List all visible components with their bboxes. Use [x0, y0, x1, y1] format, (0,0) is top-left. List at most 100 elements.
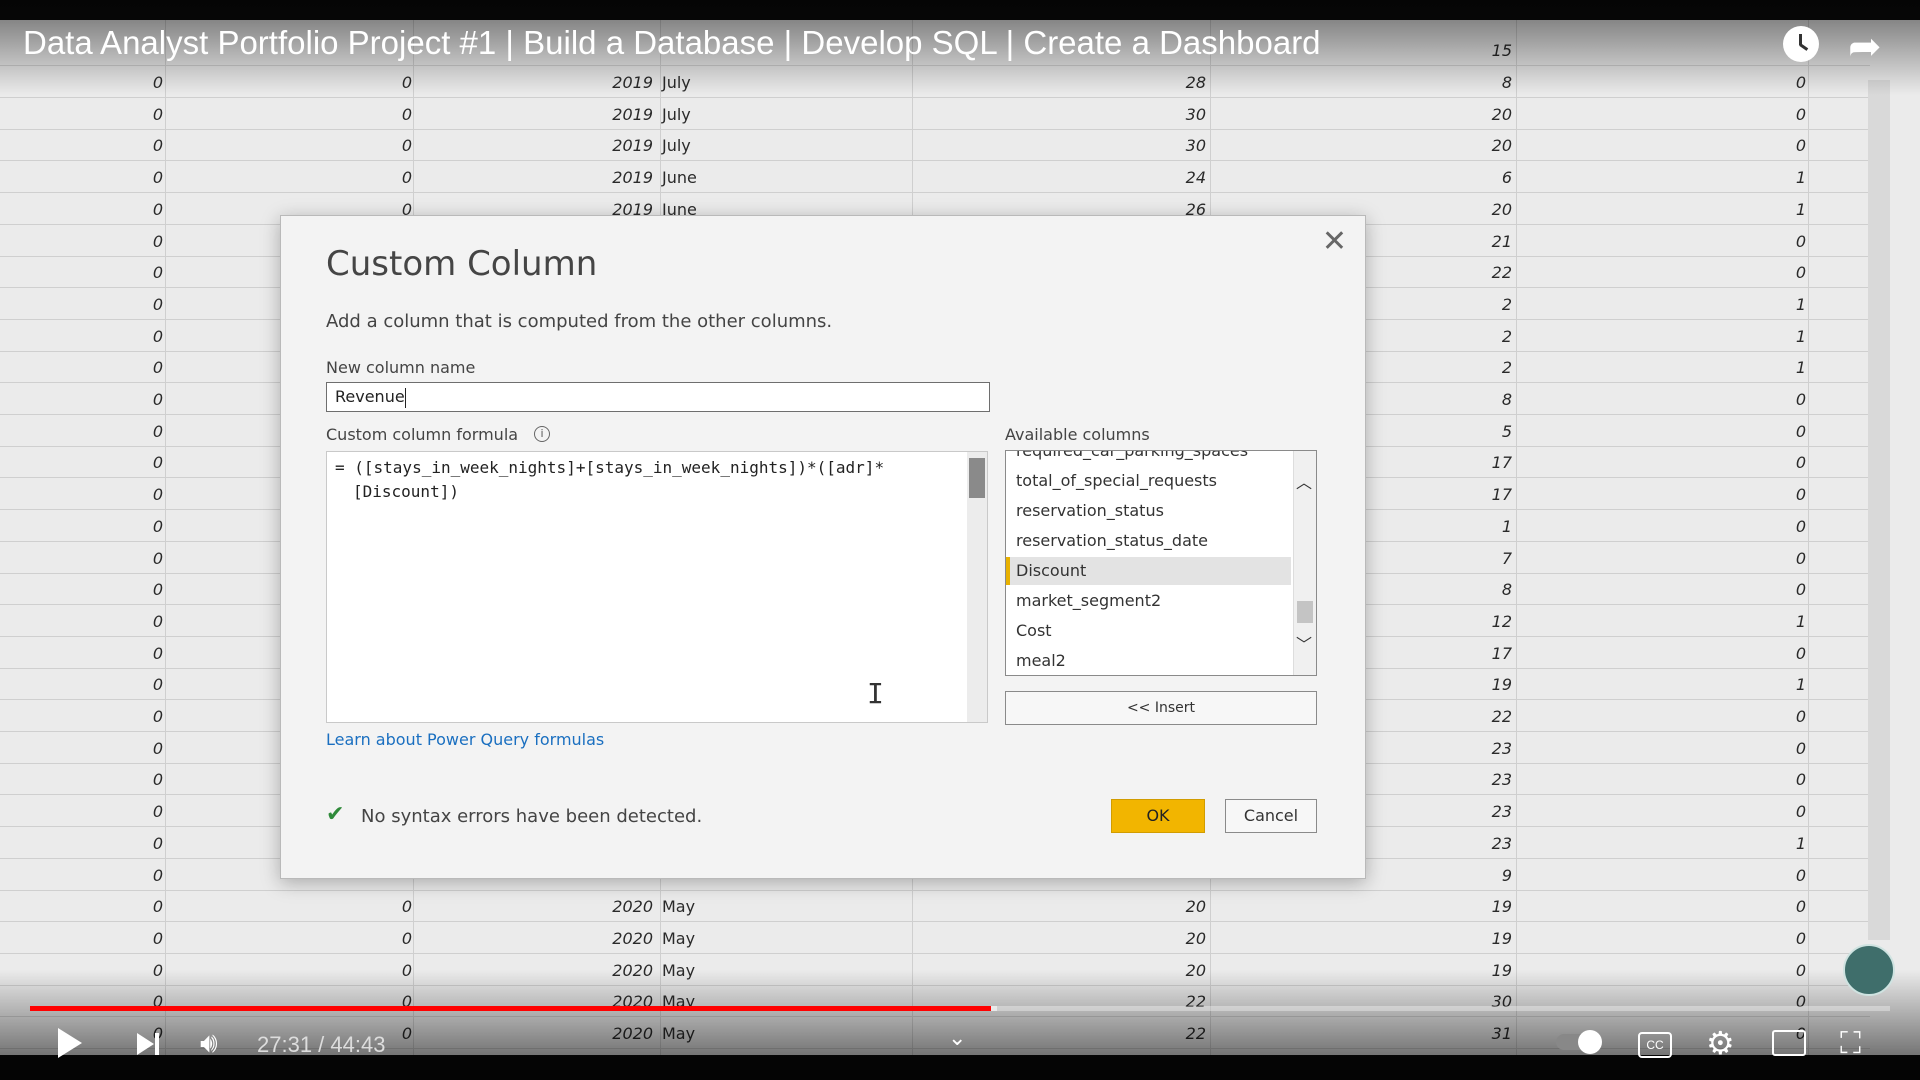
table-cell: 21 [1491, 231, 1512, 251]
formula-line-1: = ([stays_in_week_nights]+[stays_in_week… [335, 458, 885, 477]
table-cell: 0 [152, 326, 163, 346]
dialog-description: Add a column that is computed from the o… [326, 311, 833, 332]
table-cell: 0 [401, 168, 412, 188]
formula-scroll-thumb[interactable] [969, 458, 985, 498]
next-icon[interactable] [137, 1033, 154, 1055]
available-column-item[interactable]: reservation_status [1006, 497, 1291, 525]
progress-bar[interactable] [30, 1006, 1890, 1011]
table-cell: 23 [1491, 802, 1512, 822]
table-row: 0 0 2019 June 24 6 1 [0, 161, 1870, 194]
chevron-down-icon[interactable]: ﹀ [1296, 631, 1312, 655]
table-cell: 0 [1795, 453, 1806, 473]
volume-icon[interactable]: 🔊︎ [200, 1026, 218, 1060]
table-cell: 20 [1185, 928, 1206, 948]
watch-later-icon[interactable] [1783, 26, 1819, 62]
table-cell: 0 [152, 707, 163, 726]
formula-line-2: [Discount]) [353, 482, 459, 501]
available-column-item[interactable]: reservation_status_date [1006, 527, 1291, 555]
table-cell: 0 [1795, 802, 1806, 822]
table-cell: 0 [1795, 136, 1806, 156]
syntax-status: No syntax errors have been detected. [361, 806, 703, 827]
formula-scrollbar[interactable] [967, 452, 987, 722]
play-icon[interactable] [58, 1028, 82, 1058]
available-column-item[interactable]: Cost [1006, 617, 1291, 645]
table-cell: 2019 [612, 168, 653, 188]
available-columns-scrollbar[interactable]: ︿ ﹀ [1293, 451, 1316, 675]
available-column-item[interactable]: Discount [1006, 557, 1291, 585]
column-name-label: New column name [326, 358, 476, 377]
column-name-input[interactable]: Revenue [326, 382, 990, 412]
table-cell: 0 [1795, 263, 1806, 283]
ok-button[interactable]: OK [1111, 799, 1205, 833]
captions-icon[interactable]: CC [1638, 1032, 1672, 1058]
cancel-button[interactable]: Cancel [1225, 799, 1317, 833]
table-cell: May [662, 928, 696, 948]
table-cell: 0 [152, 516, 163, 536]
table-cell: 0 [152, 421, 163, 441]
share-icon[interactable]: ➦ [1848, 24, 1882, 70]
table-cell: 0 [152, 865, 163, 885]
table-cell: 2 [1501, 358, 1512, 378]
table-cell: 2020 [612, 928, 653, 948]
table-cell: 0 [152, 294, 163, 314]
grid-scrollbar[interactable] [1868, 80, 1890, 940]
table-cell: 0 [401, 928, 412, 948]
table-cell: 0 [1795, 104, 1806, 124]
table-cell: 1 [1795, 199, 1806, 219]
table-cell: 1 [1795, 294, 1806, 314]
table-cell: July [662, 104, 691, 124]
available-columns-list[interactable]: required_car_parking_spaces total_of_spec… [1005, 450, 1317, 676]
table-cell: 1 [1795, 168, 1806, 188]
table-cell: 0 [1795, 707, 1806, 726]
table-row: 0 0 2019 July 30 20 0 [0, 129, 1870, 162]
table-cell: 1 [1795, 675, 1806, 695]
table-cell: 23 [1491, 738, 1512, 758]
available-columns-scroll-thumb[interactable] [1297, 601, 1313, 623]
table-cell: 22 [1491, 707, 1512, 726]
table-cell: 0 [1795, 643, 1806, 663]
autoplay-knob [1578, 1030, 1602, 1054]
next-icon-bar [155, 1033, 159, 1055]
cast-icon[interactable] [1772, 1030, 1806, 1056]
table-cell: 20 [1185, 897, 1206, 917]
table-cell: 23 [1491, 833, 1512, 853]
table-cell: 2 [1501, 294, 1512, 314]
table-cell: 0 [152, 580, 163, 600]
channel-avatar[interactable] [1843, 944, 1895, 996]
chevron-up-icon[interactable]: ︿ [1296, 469, 1312, 493]
available-column-item[interactable]: meal2 [1006, 647, 1291, 675]
table-cell: 6 [1501, 168, 1512, 188]
table-cell: 8 [1501, 580, 1512, 600]
text-caret [404, 387, 406, 408]
table-cell: 0 [152, 485, 163, 505]
i-beam-cursor-icon: I [867, 677, 884, 710]
available-column-item[interactable]: total_of_special_requests [1006, 467, 1291, 495]
table-row: 0 0 2019 July 30 20 0 [0, 98, 1870, 130]
table-cell: 0 [152, 231, 163, 251]
table-cell: 0 [152, 358, 163, 378]
custom-column-dialog: Custom Column ✕ Add a column that is com… [280, 215, 1366, 879]
gear-icon[interactable]: ⚙ [1706, 1024, 1735, 1062]
table-cell: 0 [1795, 770, 1806, 790]
table-cell: 0 [152, 611, 163, 631]
info-icon[interactable]: i [534, 426, 550, 442]
table-cell: 19 [1491, 928, 1512, 948]
table-cell: 12 [1491, 611, 1512, 631]
table-cell: 0 [401, 897, 412, 917]
table-cell: 20 [1491, 136, 1512, 156]
insert-button[interactable]: << Insert [1005, 691, 1317, 725]
column-name-value: Revenue [335, 387, 405, 406]
available-column-item[interactable]: market_segment2 [1006, 587, 1291, 615]
table-cell: 0 [152, 833, 163, 853]
formula-editor[interactable]: = ([stays_in_week_nights]+[stays_in_week… [326, 451, 988, 723]
learn-formulas-link[interactable]: Learn about Power Query formulas [326, 730, 604, 749]
exit-fullscreen-icon[interactable]: ⛶ [1840, 1026, 1861, 1061]
video-title[interactable]: Data Analyst Portfolio Project #1 | Buil… [23, 24, 1321, 62]
table-cell: 8 [1501, 390, 1512, 409]
table-cell: 0 [152, 453, 163, 473]
available-column-item[interactable]: required_car_parking_spaces [1006, 451, 1291, 465]
formula-label: Custom column formula [326, 425, 519, 444]
close-icon[interactable]: ✕ [1322, 224, 1347, 259]
table-cell: 20 [1491, 104, 1512, 124]
chevron-down-icon[interactable]: ⌄ [948, 1026, 966, 1051]
